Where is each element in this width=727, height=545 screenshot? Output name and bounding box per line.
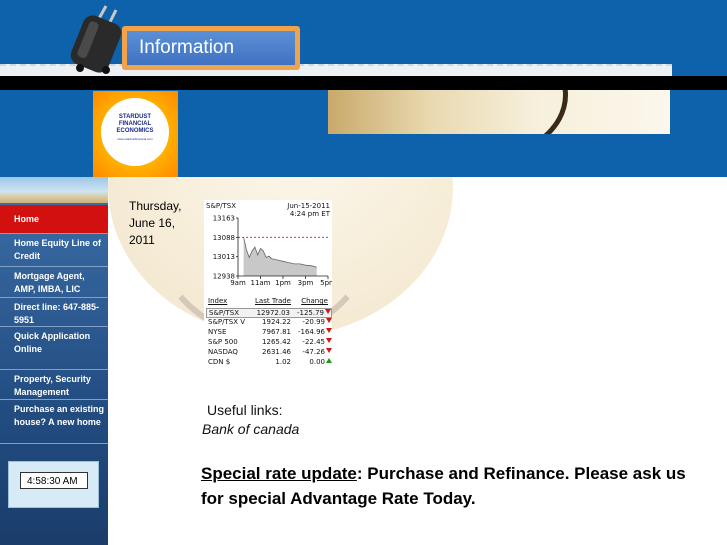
clock-widget [8, 461, 99, 508]
ticker-change: 0.00 [309, 358, 325, 366]
beach-image [0, 177, 108, 203]
chart-y-tick-label: 13163 [213, 215, 235, 223]
sidebar-item-quick-application[interactable]: Quick Application Online [0, 327, 108, 370]
ticker-change: -20.99 [302, 318, 325, 326]
ticker-index: S&P/TSX [209, 309, 239, 317]
ticker-last-trade: 1265.42 [262, 338, 291, 346]
stock-ticker-widget: S&P/TSX Jun-15-2011 4:24 pm ET 13163 1308… [204, 200, 332, 370]
sidebar-item-direct-line[interactable]: Direct line: 647-885-5951 [0, 298, 108, 327]
clock-field[interactable] [20, 472, 88, 489]
col-change: Change [301, 297, 328, 305]
ticker-date: Jun-15-2011 [287, 202, 330, 210]
company-logo[interactable]: STARDUST FINANCIAL ECONOMICS www.stardus… [93, 91, 178, 177]
chart-x-tick-label: 3pm [298, 279, 314, 287]
chart-x-tick-label: 11am [250, 279, 270, 287]
ticker-row: NASDAQ 2631.46 -47.26 [206, 348, 332, 358]
ticker-row: S&P 500 1265.42 -22.45 [206, 338, 332, 348]
ticker-last-trade: 1.02 [275, 358, 291, 366]
information-banner-label: Information [127, 31, 295, 65]
ticker-row: S&P/TSX V 1924.22 -20.99 [206, 318, 332, 328]
ticker-index: S&P 500 [208, 338, 238, 346]
ticker-last-trade: 12972.03 [256, 309, 290, 317]
sidebar: Home Home Equity Line of Credit Mortgage… [0, 177, 108, 545]
logo-name: STARDUST FINANCIAL ECONOMICS [116, 114, 154, 134]
col-index: Index [208, 297, 228, 305]
sidebar-item-home-equity[interactable]: Home Equity Line of Credit [0, 234, 108, 267]
ticker-last-trade: 2631.46 [262, 348, 291, 356]
arrow-down-icon [326, 338, 332, 343]
ticker-row: S&P/TSX 12972.03 -125.79 [206, 308, 332, 318]
chart-y-tick-label: 13088 [213, 234, 235, 242]
ticker-table-header: Index Last Trade Change [206, 297, 332, 307]
ticker-last-trade: 7967.81 [262, 328, 291, 336]
sidebar-item-purchase-house[interactable]: Purchase an existing house? A new home [0, 400, 108, 444]
chart-x-tick-label: 5pm [320, 279, 332, 287]
useful-links-label: Useful links: [207, 402, 283, 418]
ticker-change: -164.96 [297, 328, 325, 336]
logo-circle: STARDUST FINANCIAL ECONOMICS www.stardus… [101, 98, 169, 166]
ticker-index: S&P/TSX V [208, 318, 246, 326]
special-rate-title[interactable]: Special rate update [201, 464, 357, 483]
chart-area [243, 237, 317, 276]
sidebar-item-property-security[interactable]: Property, Security Management [0, 370, 108, 400]
header-black-band [0, 76, 727, 90]
chart-y-tick-label: 13013 [213, 253, 235, 261]
information-banner: Information [122, 26, 300, 70]
chart-x-tick-label: 1pm [275, 279, 291, 287]
ticker-index: NASDAQ [208, 348, 238, 356]
ticker-change: -47.26 [302, 348, 325, 356]
current-date: Thursday, June 16, 2011 [129, 199, 182, 247]
ticker-change: -125.79 [296, 309, 324, 317]
arrow-down-icon [326, 348, 332, 353]
ticker-chart: 131631308813013129389am11am1pm3pm5pm [213, 215, 332, 288]
hat-banner-image [328, 90, 670, 134]
special-rate-notice: Special rate update: Purchase and Refina… [201, 461, 701, 511]
arrow-down-icon [326, 328, 332, 333]
arrow-up-icon [326, 358, 332, 363]
ticker-row: CDN $ 1.02 0.00 [206, 358, 332, 368]
bank-of-canada-link[interactable]: Bank of canada [202, 421, 299, 437]
ticker-row: NYSE 7967.81 -164.96 [206, 328, 332, 338]
sidebar-item-home[interactable]: Home [0, 205, 108, 234]
ticker-index: NYSE [208, 328, 227, 336]
ticker-change: -22.45 [302, 338, 325, 346]
ticker-last-trade: 1924.22 [262, 318, 291, 326]
col-last-trade: Last Trade [255, 297, 291, 305]
arrow-down-icon [326, 318, 332, 323]
sidebar-item-mortgage-agent[interactable]: Mortgage Agent, AMP, IMBA, LIC [0, 267, 108, 298]
ticker-index: CDN $ [208, 358, 231, 366]
chart-x-tick-label: 9am [230, 279, 246, 287]
logo-url: www.stardustfinancial.com [117, 137, 153, 141]
arrow-down-icon [325, 309, 331, 314]
ticker-symbol: S&P/TSX [206, 202, 236, 210]
